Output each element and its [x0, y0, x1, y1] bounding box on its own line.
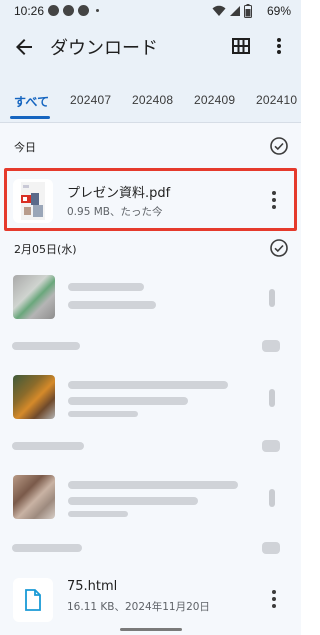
battery-icon [244, 4, 252, 18]
facebook-icon [48, 5, 59, 16]
back-arrow-icon[interactable] [12, 35, 36, 59]
status-bar: 10:26 69% [0, 0, 301, 22]
blurred-list-item [0, 469, 301, 525]
section-header-today: 今日 [0, 133, 301, 161]
battery-percent: 69% [266, 4, 291, 18]
blurred-list-item [0, 269, 301, 325]
active-tab-indicator [10, 116, 50, 119]
tab-202407[interactable]: 202407 [70, 93, 111, 107]
home-indicator [120, 628, 182, 631]
notification-dot-icon [96, 9, 99, 12]
blurred-thumbnail [13, 275, 55, 319]
tab-202410[interactable]: 202410 [256, 93, 297, 107]
tab-202409[interactable]: 202409 [194, 93, 235, 107]
grid-view-icon[interactable] [230, 35, 252, 57]
page-title: ダウンロード [50, 38, 158, 59]
list-item-html[interactable]: 75.html 16.11 KB、2024年11月20日 [0, 569, 301, 631]
blurred-list-item [0, 369, 301, 425]
app-bar: ダウンロード [0, 22, 301, 72]
item-menu-icon[interactable] [271, 590, 277, 610]
signal-icon [230, 6, 240, 16]
more-options-icon[interactable] [269, 35, 289, 57]
section-label-feb: 2月05日(水) [14, 243, 77, 256]
select-all-check-icon[interactable] [269, 238, 289, 258]
message-icon [78, 5, 89, 16]
chat-bubble-icon [63, 5, 74, 16]
section-header-feb: 2月05日(水) [0, 235, 301, 263]
blurred-list-item [0, 335, 301, 357]
tab-all[interactable]: すべて [14, 93, 49, 110]
section-label-today: 今日 [14, 141, 36, 154]
highlight-box [4, 168, 297, 231]
file-meta: 16.11 KB、2024年11月20日 [67, 601, 210, 613]
select-all-check-icon[interactable] [269, 136, 289, 156]
tab-202408[interactable]: 202408 [132, 93, 173, 107]
html-file-thumbnail [13, 578, 53, 622]
file-name: 75.html [67, 579, 118, 594]
file-icon [25, 589, 41, 611]
blurred-thumbnail [13, 475, 55, 519]
tab-bar: すべて 202407 202408 202409 202410 [0, 72, 301, 122]
status-time: 10:26 [14, 4, 45, 18]
blurred-thumbnail [13, 375, 55, 419]
blurred-list-item [0, 435, 301, 457]
wifi-icon [212, 5, 226, 16]
blurred-list-item [0, 537, 301, 559]
